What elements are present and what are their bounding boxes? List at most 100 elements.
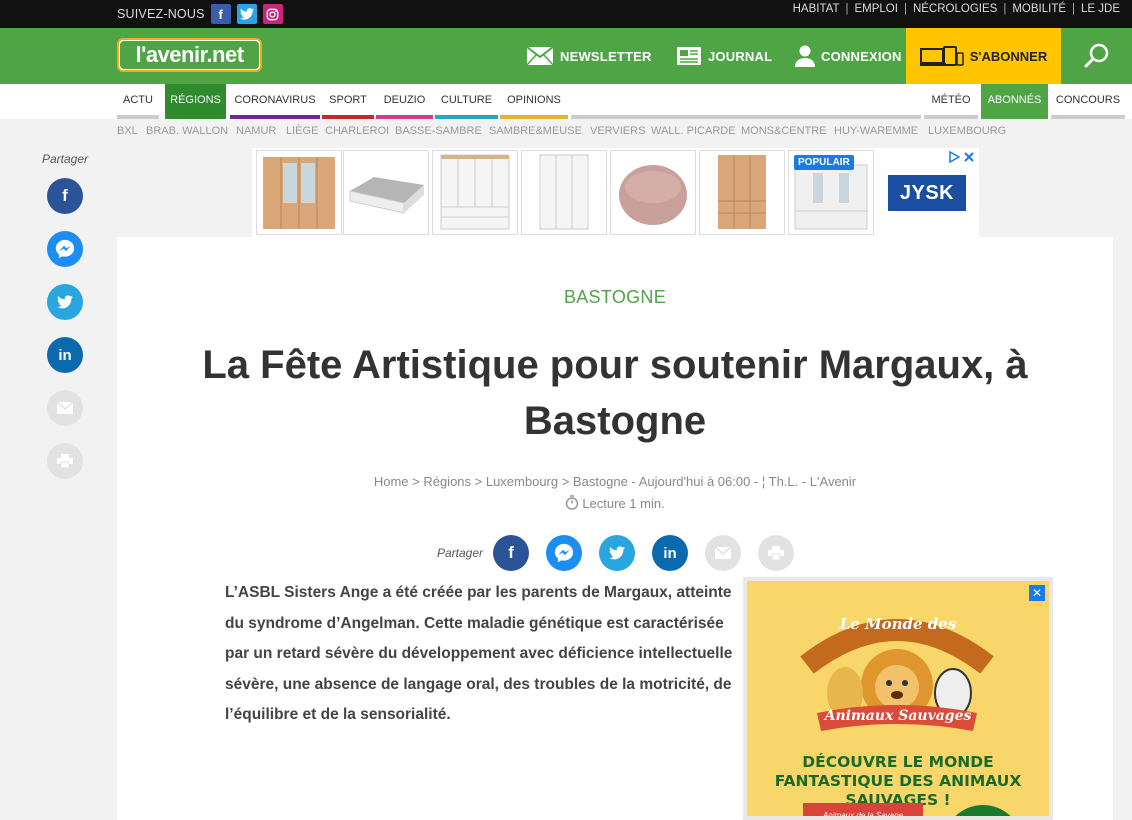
linkedin-icon[interactable]: in	[652, 535, 689, 571]
ad-product-oak-wardrobe[interactable]	[699, 150, 785, 235]
ad-close-icon[interactable]: ✕	[1029, 585, 1045, 601]
link-le-jde[interactable]: LE JDE	[1081, 3, 1120, 15]
regions-nav: BXL BRAB. WALLON NAMUR LIÈGE CHARLEROI B…	[0, 119, 1132, 145]
tab-sport[interactable]: SPORT	[322, 84, 374, 119]
tab-meteo[interactable]: MÉTÉO	[924, 84, 978, 119]
popular-badge: POPULAIR	[794, 155, 854, 170]
mail-icon[interactable]	[47, 390, 83, 426]
region-basse-sambre[interactable]: BASSE-SAMBRE	[395, 125, 482, 137]
read-time-label: Lecture 1 min.	[582, 496, 665, 511]
journal-button[interactable]: JOURNAL	[676, 28, 772, 84]
region-namur[interactable]: NAMUR	[236, 125, 276, 137]
tab-actu-label: ACTU	[123, 94, 153, 106]
ad-play-icon[interactable]	[948, 151, 960, 163]
share-sidebar: Partager f in	[40, 152, 92, 479]
twitter-icon[interactable]	[599, 535, 636, 571]
ad-logo-line2: Animaux Sauvages	[824, 708, 972, 724]
tab-concours[interactable]: CONCOURS	[1051, 84, 1125, 119]
tab-abonnes-label: ABONNÉS	[987, 94, 1042, 106]
print-icon[interactable]	[758, 535, 795, 571]
mail-icon[interactable]	[705, 535, 742, 571]
region-wall-picarde[interactable]: WALL. PICARDE	[651, 125, 736, 137]
tab-coronavirus[interactable]: CORONAVIRUS	[230, 84, 320, 119]
ad-product-pouf[interactable]	[610, 150, 696, 235]
messenger-icon[interactable]	[47, 231, 83, 267]
ad-choices[interactable]	[948, 151, 975, 163]
logo-text: l'avenir.net	[120, 41, 259, 69]
read-time: Lecture 1 min.	[117, 495, 1113, 511]
region-liege[interactable]: LIÈGE	[286, 125, 318, 137]
subscribe-label: S'ABONNER	[969, 48, 1048, 64]
login-button[interactable]: CONNEXION	[795, 28, 902, 84]
ad-product-white-wardrobe[interactable]	[432, 150, 518, 235]
share-label: Partager	[41, 152, 89, 166]
breadcrumb: Home > Régions > Luxembourg > Bastogne -…	[373, 474, 857, 489]
top-links: HABITAT | EMPLOI | NÉCROLOGIES | MOBILITÉ | …	[792, 3, 1120, 15]
tab-concours-label: CONCOURS	[1055, 94, 1121, 106]
journal-label: JOURNAL	[708, 48, 773, 64]
ad-product-bed[interactable]	[343, 150, 429, 235]
ad-sidebar[interactable]: ✕ Le Monde des Animaux Sauvages DÉCOUVRE…	[743, 577, 1053, 820]
ad-logo-line1: Le Monde des	[839, 615, 957, 633]
link-mobilite[interactable]: MOBILITÉ	[1012, 3, 1066, 15]
tab-regions-label: RÉGIONS	[170, 94, 221, 106]
nav-spacer	[571, 84, 921, 119]
search-button[interactable]	[1061, 28, 1132, 84]
print-icon[interactable]	[47, 443, 83, 479]
tab-sport-label: SPORT	[329, 94, 367, 106]
instagram-icon[interactable]	[262, 4, 283, 24]
envelope-icon	[526, 46, 554, 66]
ad-book-cover: Animaux de la Savane	[803, 803, 923, 816]
region-verviers[interactable]: VERVIERS	[590, 125, 645, 137]
login-label: CONNEXION	[821, 48, 902, 64]
ad-sidebar-content[interactable]: ✕ Le Monde des Animaux Sauvages DÉCOUVRE…	[747, 581, 1049, 816]
top-bar: SUIVEZ-NOUS f HABITAT | EMPLOI | NÉCROLOGI…	[0, 0, 1132, 28]
article-kicker[interactable]: BASTOGNE	[117, 287, 1113, 308]
main-header: l'avenir.net NEWSLETTER JOURNAL CONNEXIO…	[0, 28, 1132, 84]
stopwatch-icon	[566, 495, 579, 510]
linkedin-icon[interactable]: in	[47, 337, 83, 373]
region-bxl[interactable]: BXL	[117, 125, 138, 137]
search-icon	[1084, 43, 1108, 68]
messenger-icon[interactable]	[546, 535, 583, 571]
jysk-logo[interactable]: JYSK	[888, 175, 966, 211]
ad-headline: DÉCOUVRE LE MONDE FANTASTIQUE DES ANIMAU…	[774, 753, 1022, 809]
region-charleroi[interactable]: CHARLEROI	[325, 125, 389, 137]
facebook-icon[interactable]: f	[47, 178, 83, 214]
ad-product-wardrobe[interactable]	[256, 150, 342, 235]
region-luxembourg[interactable]: LUXEMBOURG	[928, 125, 1006, 137]
article-lead: L’ASBL Sisters Ange a été créée par les …	[225, 584, 733, 723]
tab-actu[interactable]: ACTU	[117, 84, 159, 119]
site-logo[interactable]: l'avenir.net	[117, 38, 262, 72]
tab-deuzio[interactable]: DEUZIO	[376, 84, 433, 119]
region-mons-centre[interactable]: MONS&CENTRE	[741, 125, 827, 137]
tab-culture-label: CULTURE	[440, 94, 493, 106]
region-sambre-meuse[interactable]: SAMBRE&MEUSE	[489, 125, 582, 137]
facebook-icon[interactable]: f	[210, 4, 231, 24]
link-necrologies[interactable]: NÉCROLOGIES	[913, 3, 997, 15]
link-emploi[interactable]: EMPLOI	[854, 3, 897, 15]
facebook-icon[interactable]: f	[493, 535, 530, 571]
tab-meteo-label: MÉTÉO	[931, 94, 971, 106]
ad-close-icon[interactable]	[963, 151, 975, 163]
twitter-icon[interactable]	[47, 284, 83, 320]
ad-product-cabinet[interactable]	[521, 150, 607, 235]
region-huy-waremme[interactable]: HUY-WAREMME	[834, 125, 918, 137]
tab-coronavirus-label: CORONAVIRUS	[234, 94, 316, 106]
tab-opinions[interactable]: OPINIONS	[500, 84, 568, 119]
newsletter-button[interactable]: NEWSLETTER	[526, 28, 652, 84]
share-inline-label: Partager	[437, 546, 484, 560]
ad-banner-top[interactable]	[252, 148, 979, 237]
tab-abonnes[interactable]: ABONNÉS	[981, 84, 1048, 119]
share-inline: Partager f in	[437, 535, 811, 571]
follow-us-label: SUIVEZ-NOUS	[117, 7, 205, 21]
tab-regions[interactable]: RÉGIONS	[165, 84, 226, 119]
region-brab-wallon[interactable]: BRAB. WALLON	[146, 125, 228, 137]
link-habitat[interactable]: HABITAT	[793, 3, 840, 15]
tab-culture[interactable]: CULTURE	[435, 84, 498, 119]
category-nav: ACTU RÉGIONS CORONAVIRUS SPORT DEUZIO CU…	[0, 84, 1132, 119]
devices-icon	[919, 46, 964, 66]
follow-us: SUIVEZ-NOUS f	[117, 4, 283, 24]
twitter-icon[interactable]	[236, 4, 257, 24]
subscribe-button[interactable]: S'ABONNER	[906, 28, 1061, 84]
